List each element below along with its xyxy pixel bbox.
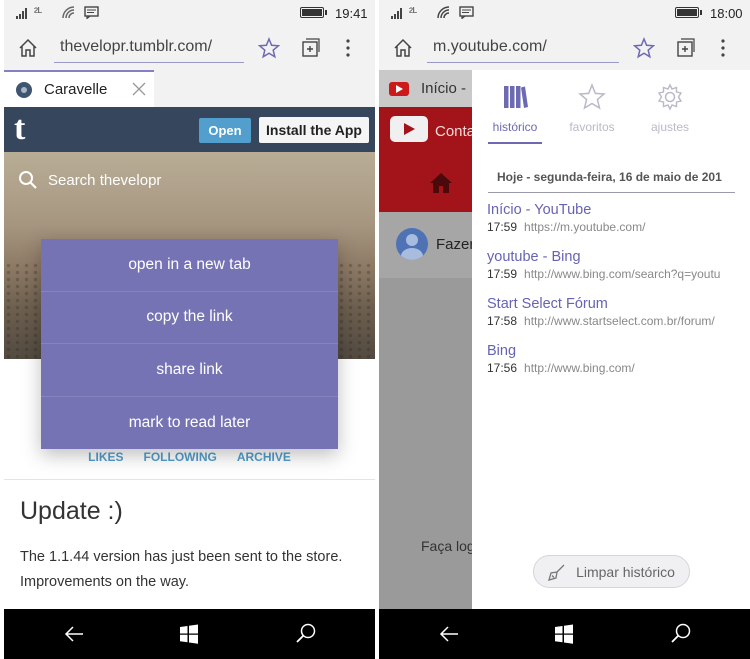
- signal-strength-icon: [16, 7, 27, 19]
- blog-search[interactable]: Search thevelopr: [18, 170, 161, 190]
- blog-links: LIKES FOLLOWING ARCHIVE: [4, 450, 375, 464]
- divider: [4, 479, 375, 480]
- history-item-time: 17:59: [487, 220, 518, 234]
- history-item[interactable]: youtube - Bing 17:59 http://www.bing.com/…: [487, 249, 745, 281]
- roaming-icon: ²ᴸ: [409, 5, 418, 19]
- history-item-title: youtube - Bing: [487, 249, 581, 265]
- gear-icon: [655, 82, 685, 112]
- wifi-icon: [437, 6, 450, 19]
- browser-tab[interactable]: Caravelle: [4, 70, 154, 107]
- system-nav-bar: [4, 609, 375, 659]
- back-arrow-icon[interactable]: [437, 622, 461, 646]
- history-item-url: https://m.youtube.com/: [524, 220, 646, 234]
- address-bar: m.youtube.com/: [379, 26, 750, 70]
- post-body: The 1.1.44 version has just been sent to…: [20, 549, 343, 590]
- roaming-icon: ²ᴸ: [34, 5, 43, 19]
- history-item-title: Início - YouTube: [487, 202, 592, 218]
- address-bar: thevelopr.tumblr.com/: [4, 26, 375, 70]
- phone-screen-left: ²ᴸ 19:41 thevelopr.tumblr.com/ Caravelle…: [4, 0, 375, 659]
- clear-history-label: Limpar histórico: [576, 563, 675, 580]
- search-icon: [19, 171, 37, 189]
- history-item-time: 17:59: [487, 267, 518, 281]
- menu-open-new-tab[interactable]: open in a new tab: [41, 239, 338, 292]
- history-item[interactable]: Start Select Fórum 17:58 http://www.start…: [487, 296, 745, 328]
- youtube-favicon-icon: [389, 81, 409, 96]
- clear-history-button[interactable]: Limpar histórico: [533, 555, 690, 588]
- youtube-logo-icon: [390, 116, 428, 142]
- battery-icon: [300, 7, 327, 18]
- history-item-url: http://www.startselect.com.br/forum/: [524, 314, 715, 328]
- tumblr-header: t Open Install the App: [4, 107, 375, 152]
- home-icon[interactable]: [14, 34, 42, 62]
- home-icon[interactable]: [389, 34, 417, 62]
- search-icon[interactable]: [669, 622, 693, 646]
- tab-historico[interactable]: histórico: [480, 82, 550, 144]
- likes-link[interactable]: LIKES: [88, 450, 123, 464]
- status-bar: ²ᴸ 19:41: [4, 0, 375, 26]
- open-button[interactable]: Open: [199, 118, 251, 143]
- phone-screen-right: ²ᴸ 18:00 m.youtube.com/ Início - Conta F…: [379, 0, 750, 659]
- more-menu-icon[interactable]: [709, 34, 737, 62]
- signin-label: Fazer: [436, 236, 475, 253]
- menu-copy-link[interactable]: copy the link: [41, 292, 338, 344]
- tab-label: ajustes: [650, 120, 690, 134]
- url-field[interactable]: thevelopr.tumblr.com/: [54, 36, 244, 63]
- install-app-button[interactable]: Install the App: [259, 117, 369, 143]
- signal-strength-icon: [391, 7, 402, 19]
- system-nav-bar: [379, 609, 750, 659]
- star-icon: [577, 82, 607, 112]
- history-item[interactable]: Início - YouTube 17:59 https://m.youtube.…: [487, 202, 745, 234]
- favorite-star-icon[interactable]: [630, 34, 658, 62]
- battery-icon: [675, 7, 702, 18]
- login-prompt: Faça log: [421, 538, 475, 554]
- history-date-header: Hoje - segunda-feira, 16 de maio de 201: [488, 170, 735, 193]
- tab-title: Início -: [421, 80, 467, 97]
- url-field[interactable]: m.youtube.com/: [427, 36, 619, 63]
- history-item[interactable]: Bing 17:56 http://www.bing.com/: [487, 343, 745, 375]
- favorite-star-icon[interactable]: [255, 34, 283, 62]
- search-placeholder: Search thevelopr: [48, 171, 162, 189]
- archive-link[interactable]: ARCHIVE: [237, 450, 291, 464]
- history-item-url: http://www.bing.com/: [524, 361, 635, 375]
- more-menu-icon[interactable]: [334, 34, 362, 62]
- clock: 19:41: [335, 6, 368, 21]
- history-item-time: 17:56: [487, 361, 518, 375]
- tab-title: Caravelle: [44, 81, 108, 98]
- home-icon: [430, 173, 452, 193]
- history-panel: histórico favoritos ajustes Hoje - segun…: [472, 70, 750, 609]
- post-title: Update :): [20, 497, 123, 525]
- tab-label: histórico: [492, 120, 538, 134]
- tab-label: favoritos: [569, 120, 615, 134]
- status-bar: ²ᴸ 18:00: [379, 0, 750, 26]
- caravelle-favicon-icon: [16, 81, 32, 98]
- following-link[interactable]: FOLLOWING: [144, 450, 217, 464]
- menu-read-later[interactable]: mark to read later: [41, 397, 338, 450]
- back-arrow-icon[interactable]: [62, 622, 86, 646]
- menu-share-link[interactable]: share link: [41, 344, 338, 397]
- new-tab-icon[interactable]: [671, 34, 699, 62]
- broom-icon: [548, 564, 565, 581]
- tab-favoritos[interactable]: favoritos: [557, 82, 627, 140]
- history-item-time: 17:58: [487, 314, 518, 328]
- avatar: [396, 228, 428, 260]
- message-icon: [84, 6, 99, 19]
- history-item-title: Bing: [487, 343, 517, 359]
- history-item-title: Start Select Fórum: [487, 296, 608, 312]
- books-icon: [500, 82, 530, 112]
- history-item-url: http://www.bing.com/search?q=youtu: [524, 267, 721, 281]
- tab-strip: Caravelle: [4, 70, 375, 107]
- windows-start-icon[interactable]: [552, 622, 576, 646]
- tumblr-logo[interactable]: t: [14, 112, 25, 146]
- close-tab-icon[interactable]: [132, 82, 146, 96]
- new-tab-icon[interactable]: [296, 34, 324, 62]
- clock: 18:00: [710, 6, 743, 21]
- wifi-icon: [62, 6, 75, 19]
- tab-ajustes[interactable]: ajustes: [635, 82, 705, 140]
- account-label: Conta: [435, 123, 476, 140]
- windows-start-icon[interactable]: [177, 622, 201, 646]
- message-icon: [459, 6, 474, 19]
- link-context-menu: open in a new tab copy the link share li…: [41, 239, 338, 449]
- search-icon[interactable]: [294, 622, 318, 646]
